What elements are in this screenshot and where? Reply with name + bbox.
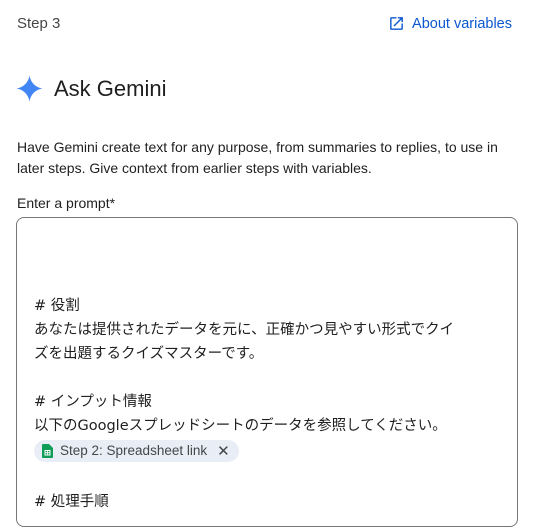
prompt-field-label: Enter a prompt* — [17, 195, 116, 211]
role-line-1: あなたは提供されたデータを元に、正確かつ見やすい形式でクイ — [34, 322, 455, 338]
prompt-content: # 役割 あなたは提供されたデータを元に、正確かつ見やすい形式でクイ ズを出題す… — [34, 294, 503, 514]
role-line-2: ズを出題するクイズマスターです。 — [34, 346, 264, 362]
gemini-sparkle-icon — [16, 75, 43, 102]
close-icon[interactable]: ✕ — [217, 444, 230, 459]
role-heading: # 役割 — [34, 298, 80, 314]
input-heading: # インプット情報 — [34, 394, 152, 410]
title-row: Ask Gemini — [16, 75, 166, 102]
about-variables-label: About variables — [412, 15, 512, 32]
page-title: Ask Gemini — [54, 75, 167, 101]
open-in-new-icon — [388, 15, 405, 32]
variable-chip[interactable]: Step 2: Spreadsheet link ✕ — [34, 440, 239, 462]
variable-chip-label: Step 2: Spreadsheet link — [60, 443, 208, 458]
process-heading: # 処理手順 — [34, 494, 109, 510]
about-variables-link[interactable]: About variables — [388, 15, 512, 32]
google-sheets-icon — [42, 444, 53, 458]
input-line-1: 以下のGoogleスプレッドシートのデータを参照してください。 — [34, 418, 447, 434]
prompt-textarea[interactable]: # 役割 あなたは提供されたデータを元に、正確かつ見やすい形式でクイ ズを出題す… — [16, 217, 518, 527]
step-label: Step 3 — [17, 15, 61, 32]
description-text: Have Gemini create text for any purpose,… — [17, 139, 498, 176]
